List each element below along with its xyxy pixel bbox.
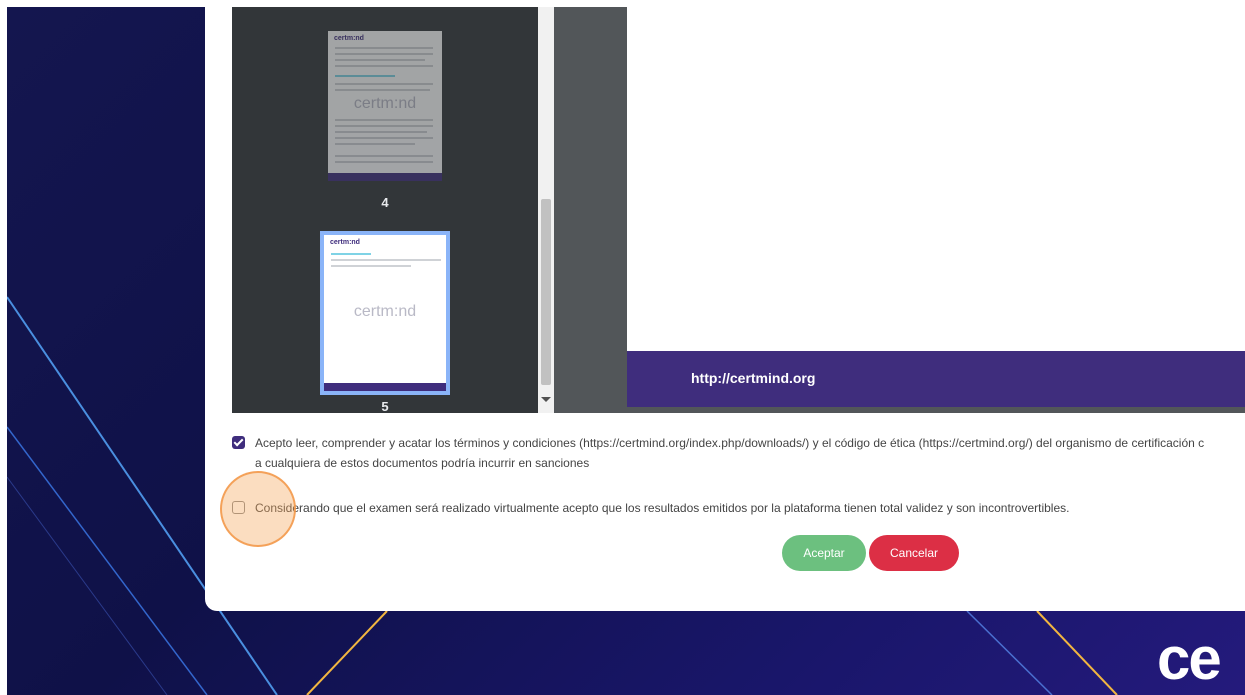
thumbnail-text-line [335,119,433,121]
virtual-exam-checkbox[interactable] [232,501,245,514]
page-footer-bar: http://certmind.org [627,351,1245,407]
thumbnail-text-line [335,53,433,55]
scroll-down-arrow-icon[interactable] [541,397,551,402]
thumbnail-text-line [335,75,395,77]
scrollbar-thumb[interactable] [541,199,551,385]
terms-consent-text-line2: a cualquiera de estos documentos podría … [255,456,590,470]
thumbnail-watermark: certm:nd [353,303,417,320]
thumbnail-text-line [335,143,415,145]
thumbnail-header: certm:nd [330,239,360,246]
thumbnail-text-line [335,47,433,49]
terms-consent: Acepto leer, comprender y acatar los tér… [232,433,1245,477]
thumbnail-text-line [335,155,433,157]
thumbnail-text-line [335,65,433,67]
pdf-viewer: certm:nd certm:nd 4 certm:nd certm:nd 5 … [232,7,1245,414]
brand-logo-partial: ce [1157,625,1222,692]
bg-line-blue-4 [966,610,1053,695]
thumbnail-text-line [335,83,433,85]
bg-line-gold-1 [306,610,388,695]
accept-button[interactable]: Aceptar [782,535,866,571]
bg-line-gold-2 [1036,610,1118,695]
thumbnail-watermark: certm:nd [353,95,417,112]
thumbnail-page-number: 5 [381,399,389,414]
thumbnail-footer-bar [324,383,446,391]
cancel-button[interactable]: Cancelar [869,535,959,571]
bg-line-blue-2 [7,426,208,695]
virtual-exam-consent-text: Considerando que el examen será realizad… [255,501,1070,515]
thumbnail-header: certm:nd [334,35,364,42]
bg-line-blue-3 [7,476,168,695]
thumbnail-text-line [331,265,411,267]
thumbnail-text-line [335,137,433,139]
pdf-page-view: http://certmind.org [627,7,1245,407]
thumbnail-text-line [335,89,430,91]
terms-consent-text: Acepto leer, comprender y acatar los tér… [255,436,1205,450]
thumbnail-text-line [335,59,425,61]
thumbnail-panel: certm:nd certm:nd 4 certm:nd certm:nd 5 [232,7,538,414]
thumbnail-text-line [331,259,441,261]
thumbnail-page-4[interactable]: certm:nd certm:nd [328,31,442,181]
page-footer-url: http://certmind.org [691,370,816,386]
thumbnail-page-number: 4 [381,195,389,210]
virtual-exam-consent: Considerando que el examen será realizad… [220,471,1245,547]
thumbnail-footer-bar [328,173,442,181]
thumbnail-text-line [335,161,433,163]
thumbnail-text-line [331,253,371,255]
thumbnail-text-line [335,131,427,133]
terms-checkbox[interactable] [232,436,245,449]
thumbnail-page-5-selected[interactable]: certm:nd certm:nd [320,231,450,395]
thumbnail-scrollbar[interactable] [538,7,554,413]
terms-modal: certm:nd certm:nd 4 certm:nd certm:nd 5 … [205,7,1245,611]
thumbnail-text-line [335,125,433,127]
